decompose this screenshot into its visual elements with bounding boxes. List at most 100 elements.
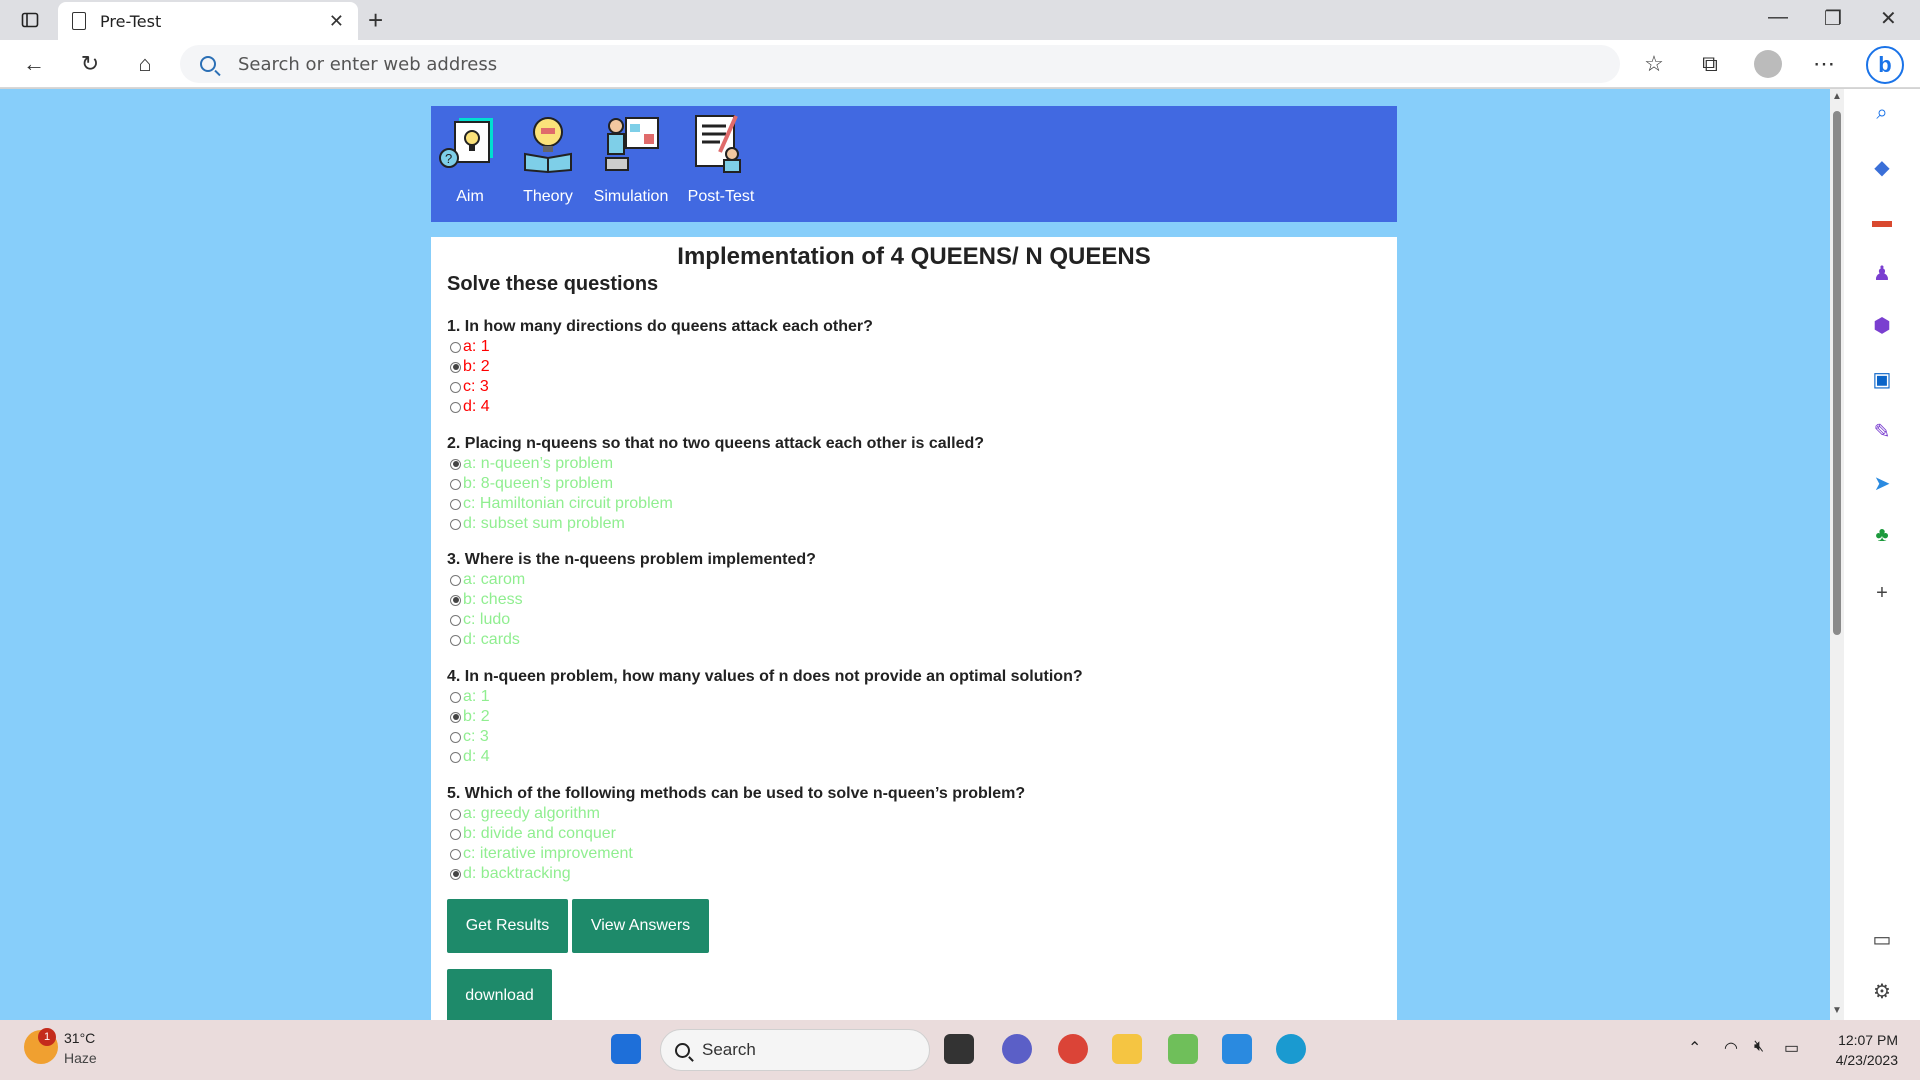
close-window-icon[interactable]: ✕ (1880, 6, 1897, 31)
office-icon[interactable]: ⬢ (1868, 311, 1896, 339)
shopping-tag-icon[interactable]: ◆ (1868, 153, 1896, 181)
favorites-icon[interactable]: ☆ (1640, 50, 1668, 78)
answer-option-label: b: 2 (463, 708, 490, 725)
tray-chevron-up-icon[interactable]: ⌃ (1688, 1038, 1701, 1058)
notepad-icon[interactable] (1222, 1034, 1252, 1064)
browser-tab[interactable]: Pre-Test ✕ (58, 2, 358, 40)
app-icon[interactable] (1168, 1034, 1198, 1064)
answer-option[interactable]: d: backtracking (447, 864, 1387, 884)
designer-icon[interactable]: ✎ (1868, 417, 1896, 445)
answer-option[interactable]: d: subset sum problem (447, 514, 1387, 534)
answer-option[interactable]: a: n-queen’s problem (447, 454, 1387, 474)
answer-option[interactable]: c: Hamiltonian circuit problem (447, 494, 1387, 514)
radio-button[interactable] (450, 574, 461, 586)
radio-button[interactable] (450, 594, 461, 606)
answer-option-label: d: backtracking (463, 865, 571, 882)
answer-option[interactable]: a: 1 (447, 337, 1387, 357)
radio-button[interactable] (450, 731, 461, 743)
answer-option[interactable]: b: 8-queen’s problem (447, 474, 1387, 494)
task-view-icon[interactable] (944, 1034, 974, 1064)
answer-option-label: a: 1 (463, 338, 490, 355)
file-explorer-icon[interactable] (1112, 1034, 1142, 1064)
radio-button[interactable] (450, 614, 461, 626)
wifi-icon[interactable]: ◠ (1724, 1038, 1738, 1058)
add-icon[interactable]: + (1868, 579, 1896, 607)
tree-icon[interactable]: ♣ (1868, 521, 1896, 549)
get-results-button[interactable]: Get Results (447, 899, 568, 953)
edge-icon[interactable] (1276, 1034, 1306, 1064)
quiz-card: Implementation of 4 QUEENS/ N QUEENS Sol… (431, 237, 1397, 1027)
answer-option[interactable]: b: divide and conquer (447, 824, 1387, 844)
home-icon[interactable]: ⌂ (131, 50, 159, 78)
search-icon[interactable]: ⌕ (1868, 99, 1896, 127)
radio-button[interactable] (450, 458, 461, 470)
radio-button[interactable] (450, 751, 461, 763)
radio-button[interactable] (450, 868, 461, 880)
radio-button[interactable] (450, 808, 461, 820)
close-tab-icon[interactable]: ✕ (329, 11, 344, 32)
restore-icon[interactable]: ❐ (1824, 6, 1842, 31)
refresh-icon[interactable]: ↻ (76, 50, 104, 78)
chrome-icon[interactable] (1058, 1034, 1088, 1064)
answer-option[interactable]: b: 2 (447, 357, 1387, 377)
send-icon[interactable]: ➤ (1868, 469, 1896, 497)
radio-button[interactable] (450, 361, 461, 373)
view-answers-button[interactable]: View Answers (572, 899, 709, 953)
scrollbar-thumb[interactable] (1833, 111, 1841, 635)
radio-button[interactable] (450, 848, 461, 860)
scroll-down-icon[interactable]: ▼ (1832, 1005, 1842, 1016)
nav-item-simulation[interactable]: Simulation (587, 106, 675, 222)
system-clock[interactable]: 12:07 PM 4/23/2023 (1818, 1030, 1898, 1070)
nav-item-post-test[interactable]: Post-Test (675, 106, 767, 222)
radio-button[interactable] (450, 478, 461, 490)
answer-option[interactable]: d: 4 (447, 397, 1387, 417)
outlook-icon[interactable]: ▣ (1868, 365, 1896, 393)
minimize-icon[interactable]: — (1768, 6, 1788, 29)
page-scrollbar[interactable]: ▲ ▼ (1830, 89, 1844, 1020)
radio-button[interactable] (450, 401, 461, 413)
radio-button[interactable] (450, 381, 461, 393)
bing-copilot-icon[interactable]: b (1866, 46, 1904, 84)
question-block: 4. In n-queen problem, how many values o… (447, 667, 1387, 767)
radio-button[interactable] (450, 518, 461, 530)
answer-option[interactable]: c: iterative improvement (447, 844, 1387, 864)
radio-button[interactable] (450, 691, 461, 703)
battery-icon[interactable]: ▭ (1784, 1038, 1799, 1058)
back-icon[interactable]: ← (20, 50, 48, 78)
radio-button[interactable] (450, 498, 461, 510)
volume-muted-icon[interactable]: 🔇︎ (1754, 1038, 1764, 1056)
answer-option[interactable]: c: 3 (447, 727, 1387, 747)
teams-chat-icon[interactable] (1002, 1034, 1032, 1064)
answer-option[interactable]: d: cards (447, 630, 1387, 650)
address-bar[interactable]: Search or enter web address (180, 45, 1620, 83)
radio-button[interactable] (450, 828, 461, 840)
answer-option[interactable]: b: chess (447, 590, 1387, 610)
tools-icon[interactable]: ▬ (1868, 207, 1896, 235)
answer-option[interactable]: a: greedy algorithm (447, 804, 1387, 824)
radio-button[interactable] (450, 341, 461, 353)
radio-button[interactable] (450, 711, 461, 723)
taskbar-search[interactable]: Search (660, 1029, 930, 1071)
answer-option[interactable]: d: 4 (447, 747, 1387, 767)
nav-item-aim[interactable]: ? Aim (431, 106, 509, 222)
sidebar-toggle-icon[interactable]: ▭ (1868, 925, 1896, 953)
settings-gear-icon[interactable]: ⚙ (1868, 977, 1896, 1005)
new-tab-icon[interactable]: + (368, 6, 383, 34)
more-options-icon[interactable]: ⋯ (1810, 50, 1838, 78)
games-icon[interactable]: ♟ (1868, 259, 1896, 287)
download-button[interactable]: download (447, 969, 552, 1023)
weather-condition[interactable]: Haze (64, 1050, 97, 1066)
scroll-up-icon[interactable]: ▲ (1832, 91, 1842, 102)
windows-start-icon[interactable] (611, 1034, 641, 1064)
tab-actions-icon[interactable] (18, 8, 42, 32)
profile-avatar[interactable] (1754, 50, 1782, 78)
answer-option[interactable]: c: 3 (447, 377, 1387, 397)
radio-button[interactable] (450, 634, 461, 646)
answer-option[interactable]: a: carom (447, 570, 1387, 590)
answer-option[interactable]: a: 1 (447, 687, 1387, 707)
nav-item-theory[interactable]: Theory (509, 106, 587, 222)
collections-icon[interactable]: ⧉ (1696, 50, 1724, 78)
answer-option[interactable]: c: ludo (447, 610, 1387, 630)
answer-option[interactable]: b: 2 (447, 707, 1387, 727)
weather-temperature[interactable]: 31°C (64, 1030, 95, 1046)
